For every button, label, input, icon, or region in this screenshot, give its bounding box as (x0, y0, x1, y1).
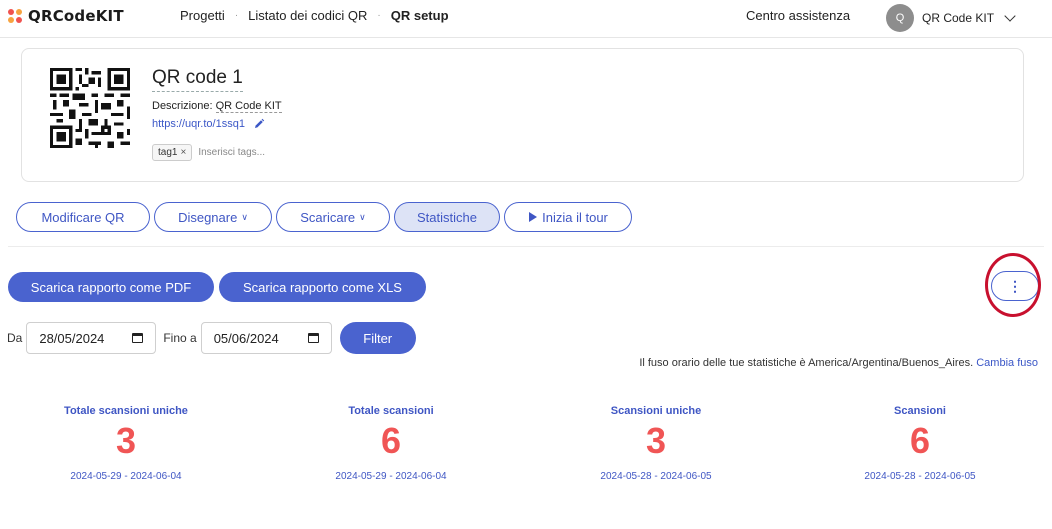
action-bar: Modificare QR Disegnare ∨ Scaricare ∨ Stat… (16, 202, 632, 232)
download-pdf-report-button[interactable]: Scarica rapporto come PDF (8, 272, 214, 302)
short-url-row: https://uqr.to/1ssq1 (152, 118, 265, 130)
stat-value: 3 (645, 420, 667, 461)
logo[interactable]: QRCodeKIT (8, 7, 124, 25)
qr-card: QR code 1 Descrizione: QR Code KIT https… (21, 48, 1024, 182)
remove-tag-icon[interactable]: × (180, 147, 186, 158)
tags-field[interactable]: tag1 × Inserisci tags... (152, 144, 265, 161)
help-center-link[interactable]: Centro assistenza (746, 8, 850, 23)
chevron-down-icon (1004, 10, 1016, 22)
more-vertical-icon: ⋮ (1008, 277, 1022, 294)
from-date-value: 28/05/2024 (39, 330, 105, 346)
stat-date-range: 2024-05-29 - 2024-06-04 (335, 471, 447, 482)
statistics-tab[interactable]: Statistiche (394, 202, 500, 232)
from-date-input[interactable]: 28/05/2024 (26, 322, 157, 354)
chevron-down-icon: ∨ (241, 211, 248, 222)
user-menu[interactable]: Q QR Code KIT (886, 4, 1016, 32)
breadcrumb-separator: · (377, 10, 381, 21)
timezone-notice: Il fuso orario delle tue statistiche è A… (639, 357, 1038, 369)
filter-button[interactable]: Filter (339, 322, 416, 354)
stat-value: 6 (380, 420, 402, 461)
calendar-icon[interactable] (307, 333, 319, 343)
stat-value: 6 (909, 420, 931, 461)
tag-input[interactable]: Inserisci tags... (198, 147, 265, 158)
download-button[interactable]: Scaricare ∨ (276, 202, 390, 232)
qr-name[interactable]: QR code 1 (152, 67, 243, 92)
stat-unique-scans: Scansioni uniche 3 2024-05-28 - 2024-06-… (536, 405, 776, 482)
design-button[interactable]: Disegnare ∨ (154, 202, 272, 232)
description-label: Descrizione: (152, 100, 216, 112)
avatar: Q (886, 4, 914, 32)
logo-text: QRCodeKIT (28, 7, 124, 25)
from-label: Da (7, 331, 23, 345)
stat-label: Totale scansioni uniche (64, 405, 188, 417)
timezone-text: Il fuso orario delle tue statistiche è A… (639, 357, 974, 369)
divider (8, 246, 1044, 247)
tag-chip: tag1 × (152, 144, 193, 161)
calendar-icon[interactable] (132, 333, 144, 343)
logo-icon (8, 9, 22, 23)
stat-label: Scansioni (894, 405, 946, 417)
breadcrumb-current: QR setup (390, 8, 449, 23)
top-nav: QRCodeKIT Progetti · Listato dei codici … (0, 0, 1052, 38)
stat-scans: Scansioni 6 2024-05-28 - 2024-06-05 (800, 405, 1040, 482)
design-label: Disegnare (178, 209, 238, 225)
stat-date-range: 2024-05-29 - 2024-06-04 (70, 471, 182, 482)
stat-date-range: 2024-05-28 - 2024-06-05 (864, 471, 976, 482)
stat-total-scans: Totale scansioni 6 2024-05-29 - 2024-06-… (271, 405, 511, 482)
statistics-label: Statistiche (417, 209, 477, 225)
edit-qr-button[interactable]: Modificare QR (16, 202, 150, 232)
start-tour-button[interactable]: Inizia il tour (504, 202, 632, 232)
breadcrumb: Progetti · Listato dei codici QR · QR se… (180, 8, 449, 23)
qr-description[interactable]: Descrizione: QR Code KIT (152, 100, 282, 113)
edit-qr-label: Modificare QR (41, 209, 125, 225)
to-date-input[interactable]: 05/06/2024 (200, 322, 332, 354)
chevron-down-icon: ∨ (359, 211, 366, 222)
pencil-icon[interactable] (253, 118, 265, 130)
to-label: Fino a (163, 331, 197, 345)
stat-label: Scansioni uniche (610, 405, 702, 417)
more-options-button[interactable]: ⋮ (991, 271, 1039, 301)
tag-label: tag1 (158, 147, 178, 158)
download-label: Scaricare (300, 209, 356, 225)
user-name: QR Code KIT (922, 11, 995, 25)
date-filter: Da 28/05/2024 Fino a 05/06/2024 Filter (7, 322, 416, 354)
breadcrumb-separator: · (234, 10, 239, 21)
breadcrumb-projects[interactable]: Progetti (180, 8, 225, 23)
change-timezone-link[interactable]: Cambia fuso (976, 357, 1038, 369)
qr-code-image (50, 68, 130, 148)
stat-label: Totale scansioni (348, 405, 434, 417)
stat-total-unique-scans: Totale scansioni uniche 3 2024-05-29 - 2… (6, 405, 246, 482)
description-value[interactable]: QR Code KIT (215, 100, 282, 113)
stat-value: 3 (115, 420, 137, 461)
to-date-value: 05/06/2024 (213, 330, 279, 346)
breadcrumb-qr-list[interactable]: Listato dei codici QR (248, 8, 367, 23)
download-xls-report-button[interactable]: Scarica rapporto come XLS (219, 272, 426, 302)
play-icon (529, 212, 538, 222)
short-url-link[interactable]: https://uqr.to/1ssq1 (152, 118, 245, 130)
start-tour-label: Inizia il tour (542, 209, 608, 225)
stat-date-range: 2024-05-28 - 2024-06-05 (600, 471, 712, 482)
